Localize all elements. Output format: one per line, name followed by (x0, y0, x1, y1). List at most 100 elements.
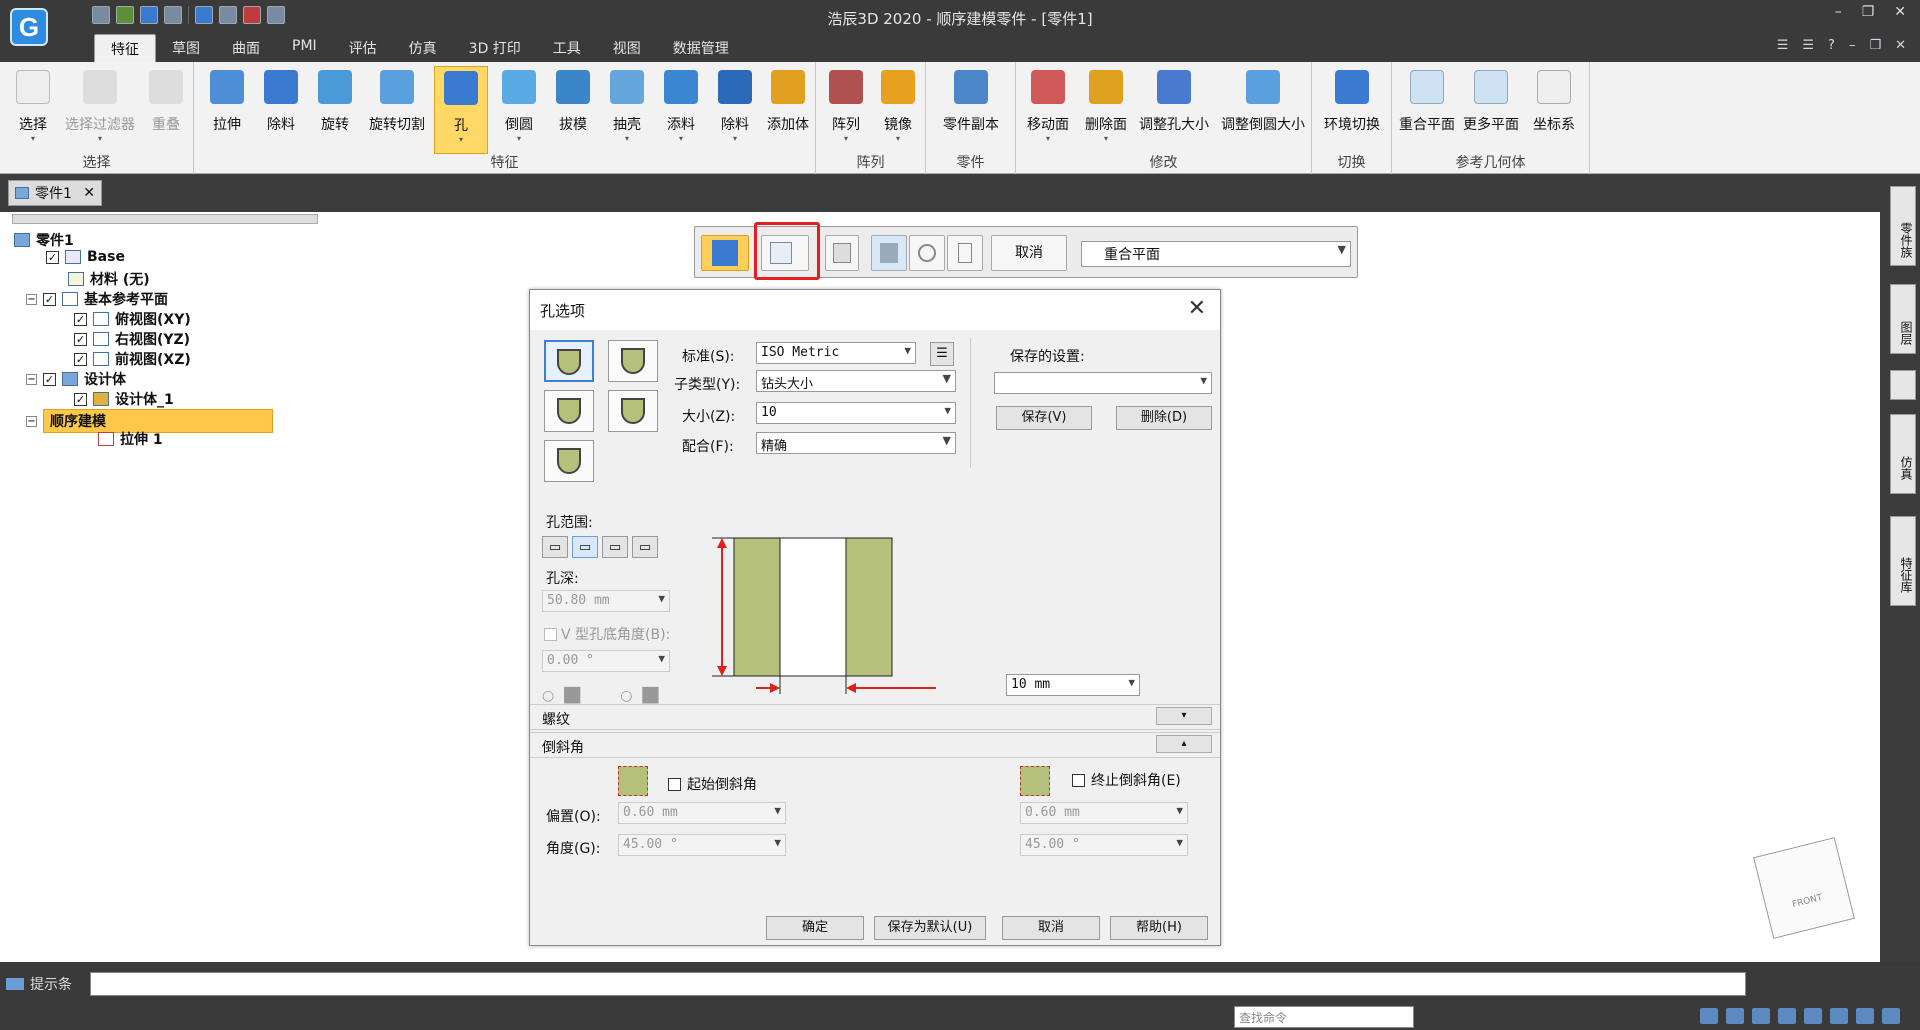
flat-bottom-radio[interactable]: ○ ▐█ (542, 688, 580, 704)
move-face-button[interactable]: 移动面 ▾ (1020, 66, 1076, 154)
tab-simulation[interactable]: 仿真 (1890, 414, 1916, 494)
diameter-select[interactable]: 10 mm ▼ (1006, 674, 1140, 696)
size-select[interactable]: 10 ▼ (756, 402, 956, 424)
pattern-button[interactable]: 阵列 ▾ (822, 66, 870, 154)
save-default-button[interactable]: 保存为默认(U) (874, 916, 986, 940)
cmdbar-cancel-button[interactable]: 取消 (991, 235, 1067, 271)
tab-sketch[interactable]: 草图 (156, 34, 216, 63)
tree-extrude-1[interactable]: 拉伸 1 (98, 429, 163, 449)
restore-icon[interactable]: ❐ (1862, 4, 1875, 20)
tab-features[interactable]: 特征 (94, 34, 156, 63)
zoom-icon[interactable] (1752, 1008, 1770, 1024)
tab-3d-print[interactable]: 3D 打印 (453, 34, 537, 63)
expand-icon[interactable]: ▾ (1156, 707, 1212, 725)
saved-settings-select[interactable]: ▼ (994, 372, 1212, 394)
ok-button[interactable]: 确定 (766, 916, 864, 940)
start-chamfer-checkbox[interactable] (668, 777, 681, 791)
hole-type-countersink[interactable] (608, 390, 658, 432)
v-angle-option[interactable]: V 型孔底角度(B): (544, 624, 670, 644)
extent-step-button[interactable] (947, 235, 983, 271)
select-filter-button[interactable]: 选择过滤器 ▾ (60, 66, 140, 154)
chamfer-section[interactable]: 倒斜角 ▴ (530, 732, 1220, 758)
delete-button[interactable]: 删除(D) (1116, 406, 1212, 430)
doc-restore-icon[interactable]: ❐ (1869, 38, 1881, 53)
resize-hole-button[interactable]: 调整孔大小 (1134, 66, 1214, 154)
overlap-button[interactable]: 重叠 (142, 66, 190, 154)
shade-icon[interactable] (1856, 1008, 1874, 1024)
tab-surface[interactable]: 曲面 (216, 34, 276, 63)
doc-minimize-icon[interactable]: – (1849, 38, 1856, 53)
tab-tools[interactable]: 工具 (537, 34, 597, 63)
tree-plane-xz[interactable]: ✓ 前视图(XZ) (74, 349, 191, 369)
options-icon[interactable]: ☰ (1777, 38, 1789, 53)
tab-layers[interactable]: 图层 (1890, 284, 1916, 354)
revolve-cut-button[interactable]: 旋转切割 (362, 66, 432, 154)
end-chamfer-checkbox[interactable] (1072, 773, 1085, 787)
checkbox[interactable]: ✓ (74, 392, 87, 406)
tab-simulation[interactable]: 仿真 (393, 34, 453, 63)
fit-icon[interactable] (1726, 1008, 1744, 1024)
view-icon[interactable] (1830, 1008, 1848, 1024)
standard-select[interactable]: ISO Metric ▼ (756, 342, 916, 364)
standard-table-button[interactable]: ☰ (930, 342, 954, 366)
doc-close-icon[interactable]: ✕ (1895, 38, 1906, 53)
add-material-button[interactable]: 添料 ▾ (656, 66, 706, 154)
checkbox[interactable]: ✓ (46, 250, 59, 264)
tab-render[interactable] (1890, 370, 1916, 400)
more-planes-button[interactable]: 更多平面 (1460, 66, 1522, 154)
checkbox[interactable]: ✓ (74, 312, 87, 326)
hole-step-button[interactable] (701, 235, 749, 271)
v-bottom-radio[interactable]: ○ ▐█ (620, 688, 658, 704)
close-icon[interactable]: ✕ (1894, 4, 1906, 20)
tree-plane-xy[interactable]: ✓ 俯视图(XY) (74, 309, 191, 329)
remove-material-button[interactable]: 除料 ▾ (710, 66, 760, 154)
help-button[interactable]: 帮助(H) (1110, 916, 1208, 940)
pan-icon[interactable] (1778, 1008, 1796, 1024)
close-icon[interactable]: ✕ (1188, 296, 1206, 321)
select-button[interactable]: 选择 ▾ (6, 66, 60, 154)
render-icon[interactable] (1882, 1008, 1900, 1024)
draft-button[interactable]: 拔模 (548, 66, 598, 154)
v-angle-select[interactable]: 0.00 ° ▼ (542, 650, 670, 672)
tab-evaluate[interactable]: 评估 (333, 34, 393, 63)
tree-material[interactable]: 材料 (无) (68, 269, 150, 289)
tab-data-management[interactable]: 数据管理 (657, 34, 745, 63)
coord-system-button[interactable]: 坐标系 (1524, 66, 1584, 154)
end-offset-select[interactable]: 0.60 mm ▼ (1020, 802, 1188, 824)
mirror-button[interactable]: 镜像 ▾ (874, 66, 922, 154)
add-body-button[interactable]: 添加体 (760, 66, 816, 154)
command-search-input[interactable]: 查找命令 (1234, 1006, 1414, 1028)
tree-ref-planes[interactable]: − ✓ 基本参考平面 (26, 289, 168, 309)
collapse-icon[interactable]: − (26, 373, 37, 385)
extent-through-all-button[interactable]: ▭ (632, 536, 658, 558)
save-button[interactable]: 保存(V) (996, 406, 1092, 430)
tree-root[interactable]: 零件1 (14, 230, 74, 250)
part-copy-button[interactable]: 零件副本 (932, 66, 1010, 154)
tab-pmi[interactable]: PMI (276, 34, 333, 63)
tree-plane-yz[interactable]: ✓ 右视图(YZ) (74, 329, 190, 349)
start-offset-select[interactable]: 0.60 mm ▼ (618, 802, 786, 824)
thread-section[interactable]: 螺纹 ▾ (530, 704, 1220, 730)
arrow-icon[interactable] (1700, 1008, 1718, 1024)
dialog-cancel-button[interactable]: 取消 (1002, 916, 1100, 940)
checkbox[interactable]: ✓ (43, 292, 56, 306)
v-angle-checkbox[interactable] (544, 627, 557, 641)
tree-design-body-1[interactable]: ✓ 设计体_1 (74, 389, 174, 409)
extent-from-to-button[interactable]: ▭ (602, 536, 628, 558)
tab-view[interactable]: 视图 (597, 34, 657, 63)
revolve-button[interactable]: 旋转 (312, 66, 358, 154)
hole-type-tapered[interactable] (544, 440, 594, 482)
collapse-icon[interactable]: ▴ (1156, 735, 1212, 753)
end-chamfer-option[interactable]: 终止倒斜角(E) (1072, 770, 1181, 790)
ribbon-toggle-icon[interactable]: ☰ (1802, 38, 1814, 53)
rotate-icon[interactable] (1804, 1008, 1822, 1024)
hole-type-threaded[interactable] (608, 340, 658, 382)
resize-round-button[interactable]: 调整倒圆大小 (1216, 66, 1310, 154)
plane-step-button[interactable] (871, 235, 907, 271)
start-chamfer-option[interactable]: 起始倒斜角 (668, 774, 757, 794)
delete-face-button[interactable]: 删除面 ▾ (1078, 66, 1134, 154)
thread-button[interactable] (825, 235, 859, 271)
tab-part-family[interactable]: 零件族 (1890, 186, 1916, 266)
checkbox[interactable]: ✓ (74, 352, 87, 366)
tree-design-body[interactable]: − ✓ 设计体 (26, 369, 126, 389)
